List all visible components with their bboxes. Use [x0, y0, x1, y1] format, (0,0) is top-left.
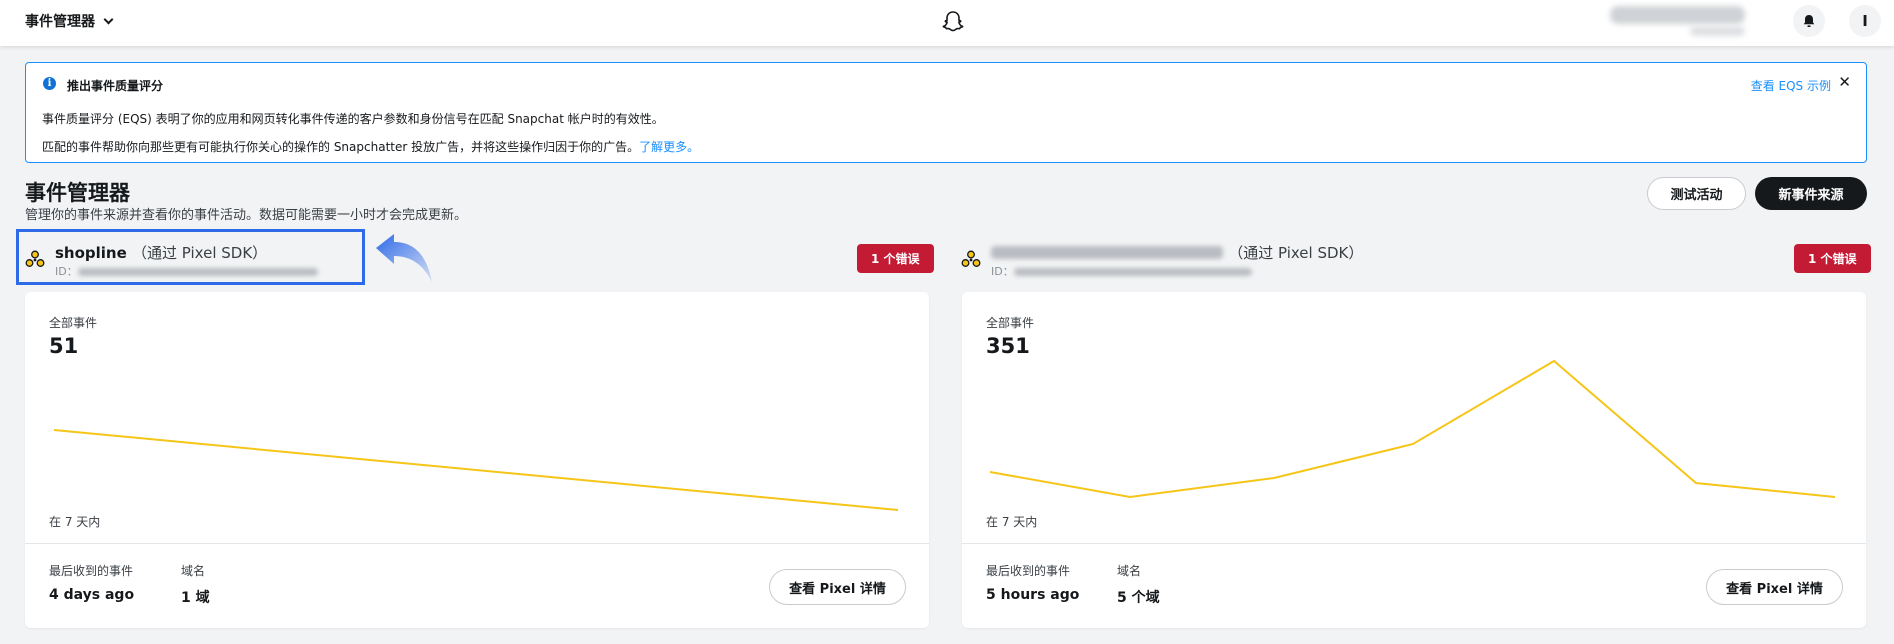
- card-divider: [25, 543, 929, 544]
- annotation-highlight-box: [16, 229, 365, 285]
- domain-value: 1 域: [181, 590, 210, 606]
- last-received-label: 最后收到的事件: [986, 564, 1071, 578]
- domain-label: 域名: [1117, 564, 1142, 578]
- user-avatar[interactable]: I: [1849, 5, 1881, 37]
- page-title: 事件管理器: [25, 181, 130, 205]
- view-pixel-details-button[interactable]: 查看 Pixel 详情: [769, 569, 906, 605]
- app-name: 事件管理器: [25, 14, 95, 30]
- total-events-label: 全部事件: [49, 316, 98, 330]
- banner-line-2: 匹配的事件帮助你向那些更有可能执行你关心的操作的 Snapchatter 投放广…: [42, 138, 699, 155]
- chevron-down-icon: [103, 14, 114, 24]
- event-source-id: ID：: [991, 263, 1252, 279]
- banner-line-2-text: 匹配的事件帮助你向那些更有可能执行你关心的操作的 Snapchatter 投放广…: [42, 140, 640, 154]
- card-divider: [962, 543, 1866, 544]
- domain-label: 域名: [181, 564, 206, 578]
- view-pixel-details-button[interactable]: 查看 Pixel 详情: [1706, 569, 1843, 605]
- event-source-card-1: 全部事件 51 在 7 天内 最后收到的事件 4 days ago 域名 1 域…: [25, 292, 929, 628]
- error-badge-2[interactable]: 1 个错误: [1794, 244, 1871, 273]
- time-range-label: 在 7 天内: [49, 515, 101, 529]
- account-info-blurred[interactable]: [1610, 4, 1745, 38]
- test-activity-button[interactable]: 测试活动: [1647, 177, 1746, 210]
- last-received-label: 最后收到的事件: [49, 564, 134, 578]
- domain-value: 5 个域: [1117, 590, 1160, 606]
- top-navigation-bar: 事件管理器 I: [0, 0, 1894, 46]
- app-switcher[interactable]: 事件管理器: [25, 11, 114, 31]
- page-subtitle: 管理你的事件来源并查看你的事件活动。数据可能需要一小时才会完成更新。: [25, 208, 468, 223]
- total-events-label: 全部事件: [986, 316, 1035, 330]
- banner-title: 推出事件质量评分: [67, 79, 164, 93]
- bell-icon: [1803, 15, 1815, 27]
- events-sparkline: [53, 429, 899, 511]
- events-sparkline: [989, 359, 1836, 499]
- view-eqs-example-link[interactable]: 查看 EQS 示例: [1751, 77, 1831, 94]
- blurred-id-value: [1013, 268, 1252, 276]
- event-source-name: （通过 Pixel SDK）: [991, 242, 1363, 263]
- snapchat-ghost-logo-icon[interactable]: [940, 9, 966, 35]
- blurred-source-name: [991, 245, 1223, 259]
- time-range-label: 在 7 天内: [986, 515, 1038, 529]
- last-received-value: 4 days ago: [49, 587, 135, 603]
- pixel-icon: [961, 250, 981, 267]
- event-source-card-2: 全部事件 351 在 7 天内 最后收到的事件 5 hours ago 域名 5…: [962, 292, 1866, 628]
- banner-line-1: 事件质量评分 (EQS) 表明了你的应用和网页转化事件传递的客户参数和身份信号在…: [42, 112, 664, 126]
- close-icon[interactable]: ✕: [1838, 73, 1851, 91]
- id-label: ID：: [991, 265, 1014, 278]
- error-badge-1[interactable]: 1 个错误: [857, 244, 934, 273]
- last-received-value: 5 hours ago: [986, 587, 1080, 603]
- eqs-announcement-banner: i 推出事件质量评分 事件质量评分 (EQS) 表明了你的应用和网页转化事件传递…: [25, 62, 1867, 163]
- annotation-arrow-icon: [376, 234, 432, 282]
- learn-more-link[interactable]: 了解更多。: [639, 140, 699, 154]
- notifications-button[interactable]: [1793, 5, 1825, 37]
- new-event-source-button[interactable]: 新事件来源: [1755, 177, 1867, 210]
- info-icon: i: [43, 77, 56, 90]
- source-via-text: （通过 Pixel SDK）: [1228, 244, 1364, 262]
